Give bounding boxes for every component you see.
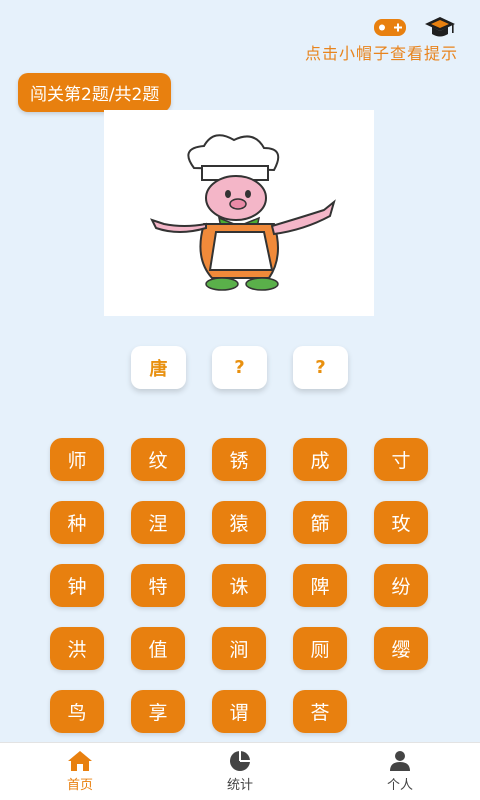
char-button[interactable]: 特 [131,564,185,607]
char-button[interactable]: 享 [131,690,185,733]
bottom-tabbar: 首页 统计 个人 [0,742,480,800]
header-icons [372,14,458,40]
answer-slot[interactable]: ? [212,346,267,389]
chef-illustration [150,134,336,291]
char-button[interactable]: 篩 [293,501,347,544]
answer-slot[interactable]: 唐 [131,346,186,389]
char-button[interactable]: 纹 [131,438,185,481]
character-choices: 师 纹 锈 成 寸 种 涅 猿 篩 玫 钟 特 诛 陴 纷 洪 值 涧 厕 缨 … [50,438,428,733]
home-icon [68,751,92,771]
level-badge: 闯关第2题/共2题 [18,73,172,112]
char-button[interactable]: 玫 [374,501,428,544]
puzzle-image [104,110,374,316]
tab-label: 首页 [66,778,93,793]
char-button[interactable]: 缨 [374,627,428,670]
char-button[interactable]: 荅 [293,690,347,733]
pie-chart-icon [230,751,250,771]
char-button[interactable]: 厕 [293,627,347,670]
char-button[interactable]: 值 [131,627,185,670]
tab-home[interactable]: 首页 [20,750,140,793]
char-button[interactable]: 寸 [374,438,428,481]
char-button[interactable]: 陴 [293,564,347,607]
char-button[interactable]: 鸟 [50,690,104,733]
char-button[interactable]: 诛 [212,564,266,607]
answer-slot[interactable]: ? [293,346,348,389]
char-button[interactable]: 成 [293,438,347,481]
user-icon [390,751,410,771]
char-button[interactable]: 种 [50,501,104,544]
hint-text: 点击小帽子查看提示 [304,44,458,63]
char-button[interactable]: 师 [50,438,104,481]
gamepad-icon[interactable] [372,14,408,40]
char-button[interactable]: 猿 [212,501,266,544]
char-button[interactable]: 谓 [212,690,266,733]
char-button[interactable]: 涅 [131,501,185,544]
tab-label: 统计 [226,778,253,793]
char-button[interactable]: 纷 [374,564,428,607]
graduation-cap-icon[interactable] [422,14,458,40]
tab-label: 个人 [386,778,413,793]
tab-stats[interactable]: 统计 [180,750,300,793]
char-button[interactable]: 涧 [212,627,266,670]
answer-row: 唐 ? ? [131,346,348,389]
char-button[interactable]: 锈 [212,438,266,481]
char-button[interactable]: 钟 [50,564,104,607]
char-button[interactable]: 洪 [50,627,104,670]
tab-profile[interactable]: 个人 [340,750,460,793]
